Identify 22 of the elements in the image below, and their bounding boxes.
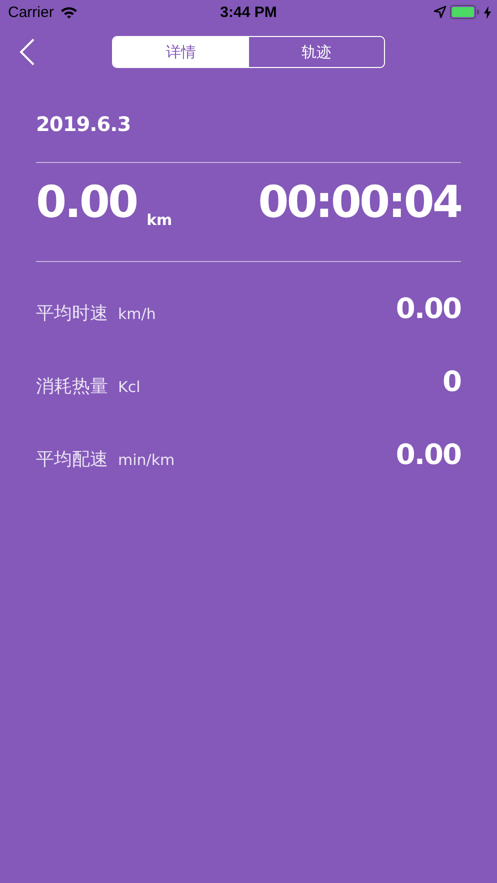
distance-value: 0.00 (36, 181, 137, 225)
stat-label: 平均时速 (36, 302, 108, 325)
location-arrow-icon (434, 6, 446, 18)
back-icon[interactable] (19, 38, 35, 66)
clock-time: 3:44 PM (220, 4, 277, 20)
segment-tab[interactable]: 详情 (113, 37, 248, 67)
wifi-icon (60, 6, 78, 18)
stat-unit: km/h (118, 305, 156, 323)
date-label: 2019.6.3 (36, 112, 132, 138)
segment-tab[interactable]: 轨迹 (248, 37, 384, 67)
stat-label: 消耗热量 (36, 375, 108, 398)
stat-unit: min/km (118, 451, 175, 469)
stat-unit: Kcl (118, 378, 140, 396)
charging-bolt-icon (484, 6, 491, 18)
stat-value: 0.00 (396, 292, 461, 325)
carrier-label: Carrier (8, 4, 54, 20)
stat-value: 0 (442, 365, 461, 398)
stat-value: 0.00 (396, 438, 461, 471)
stat-label: 平均配速 (36, 448, 108, 471)
battery-icon (450, 5, 480, 19)
distance-unit: km (146, 211, 172, 229)
duration-value: 00:00:04 (258, 181, 461, 225)
